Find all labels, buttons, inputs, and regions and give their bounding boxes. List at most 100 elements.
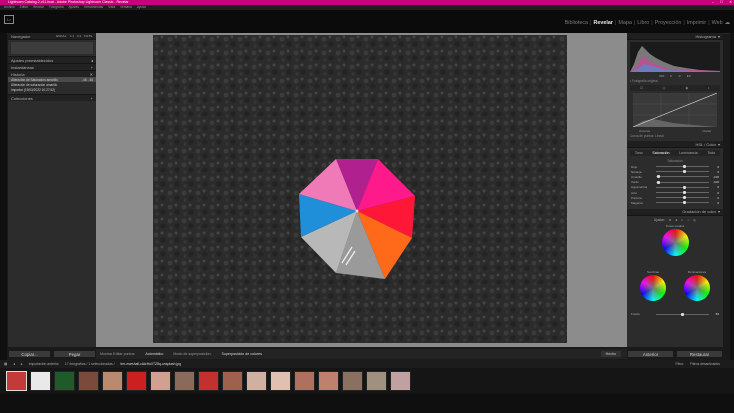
cg-shadows-icon[interactable]: ● bbox=[675, 218, 677, 222]
filmstrip-thumbnail[interactable] bbox=[6, 371, 27, 391]
tab-hue[interactable]: Tono bbox=[635, 151, 643, 155]
photo-umbrella[interactable] bbox=[153, 35, 567, 343]
source-label[interactable]: Importación anterior bbox=[29, 362, 59, 366]
filmstrip-thumbnail[interactable] bbox=[54, 371, 75, 391]
edit-pins-value[interactable]: Automático bbox=[145, 352, 163, 356]
module-tab[interactable]: Web bbox=[712, 20, 723, 26]
highlights-wheel[interactable] bbox=[684, 274, 710, 301]
done-button[interactable]: Hecho bbox=[600, 351, 621, 357]
hsl-slider-knob[interactable] bbox=[657, 180, 661, 184]
shadows-wheel[interactable] bbox=[640, 274, 666, 301]
history-item[interactable]: Importar (19/03/2022 10:27:52) bbox=[8, 87, 96, 92]
tab-all[interactable]: Todo bbox=[707, 151, 715, 155]
section-snapshots[interactable]: Instantáneas + bbox=[8, 63, 96, 70]
filmstrip-thumbnail[interactable] bbox=[294, 371, 315, 391]
hsl-slider-track[interactable] bbox=[656, 165, 709, 169]
cg-midtones-icon[interactable]: ◐ bbox=[681, 218, 683, 222]
hsl-slider-knob[interactable] bbox=[682, 196, 686, 200]
forward-icon[interactable]: ▸ bbox=[21, 362, 23, 366]
filmstrip-thumbnail[interactable] bbox=[366, 371, 387, 391]
filmstrip-thumbnail[interactable] bbox=[318, 371, 339, 391]
navigator-header[interactable]: Navegador ENCAJ. 1:1 2:1 FILTS. bbox=[8, 33, 96, 40]
filmstrip-thumbnail[interactable] bbox=[222, 371, 243, 391]
cg-highlights-icon[interactable]: ○ bbox=[687, 218, 689, 222]
overlay-mode-value[interactable]: Superposición de colores bbox=[222, 352, 262, 356]
filter-value[interactable]: Filtros desactivados bbox=[690, 362, 720, 366]
filmstrip-thumbnail[interactable] bbox=[270, 371, 291, 391]
filmstrip-thumbnail[interactable] bbox=[102, 371, 123, 391]
right-edge-collapse[interactable] bbox=[730, 33, 734, 360]
section-presets[interactable]: Ajustes preestablecidos ◂ bbox=[8, 56, 96, 63]
paste-button[interactable]: Pegar bbox=[53, 350, 96, 358]
hsl-slider-knob[interactable] bbox=[682, 201, 686, 205]
zoom-fill[interactable]: FILTS. bbox=[84, 34, 93, 38]
module-tab[interactable]: Libro bbox=[637, 20, 649, 26]
redeye-icon[interactable]: ◉ bbox=[685, 86, 688, 90]
section-history[interactable]: Historia ✕ bbox=[8, 70, 96, 77]
hsl-slider-track[interactable] bbox=[656, 196, 709, 200]
reset-button[interactable]: Restaurar bbox=[676, 350, 723, 358]
filmstrip-thumbnail[interactable] bbox=[342, 371, 363, 391]
zoom-2-1[interactable]: 2:1 bbox=[77, 34, 81, 38]
clear-icon[interactable]: ✕ bbox=[90, 72, 93, 77]
histogram-header[interactable]: Histograma ▾ bbox=[627, 33, 723, 40]
hsl-slider-track[interactable] bbox=[656, 175, 709, 179]
hsl-slider-track[interactable] bbox=[656, 201, 709, 205]
cg-global-icon[interactable]: ◎ bbox=[693, 218, 696, 222]
hsl-slider-knob[interactable] bbox=[682, 170, 686, 174]
filmstrip-thumbnail[interactable] bbox=[30, 371, 51, 391]
blend-knob[interactable] bbox=[681, 312, 685, 316]
blend-track[interactable] bbox=[656, 312, 709, 316]
mask-icon[interactable]: ◐ bbox=[708, 86, 710, 90]
heal-icon[interactable]: ◎ bbox=[662, 86, 665, 90]
hsl-slider-knob[interactable] bbox=[657, 175, 661, 179]
copy-button[interactable]: Copiar... bbox=[8, 350, 51, 358]
cloud-icon[interactable]: ☁ bbox=[725, 20, 730, 26]
original-photo-toggle[interactable]: ▪ Fotografía original bbox=[627, 78, 723, 84]
module-tab[interactable]: Proyección bbox=[655, 20, 682, 26]
filmstrip-thumbnail[interactable] bbox=[150, 371, 171, 391]
add-icon[interactable]: + bbox=[91, 96, 93, 101]
filmstrip-thumbnail[interactable] bbox=[246, 371, 267, 391]
back-icon[interactable]: ◂ bbox=[13, 362, 15, 366]
histogram[interactable] bbox=[630, 42, 720, 72]
tab-luminance[interactable]: Luminancia bbox=[679, 151, 697, 155]
navigator-preview[interactable] bbox=[11, 42, 93, 54]
hsl-slider-track[interactable] bbox=[656, 180, 709, 184]
color-grading-header[interactable]: Gradación de color ▾ bbox=[627, 208, 723, 216]
previous-button[interactable]: Anterior bbox=[627, 350, 674, 358]
hsl-slider-knob[interactable] bbox=[682, 165, 686, 169]
hsl-slider-knob[interactable] bbox=[682, 185, 686, 189]
filmstrip-thumbnail[interactable] bbox=[174, 371, 195, 391]
filmstrip-thumbnail[interactable] bbox=[390, 371, 411, 391]
hsl-header[interactable]: HSL / Color ▾ bbox=[627, 141, 723, 148]
grid-icon[interactable]: ▦ bbox=[4, 362, 7, 366]
bottom-edge[interactable] bbox=[0, 394, 734, 413]
hsl-slider-track[interactable] bbox=[656, 170, 709, 174]
zoom-1-1[interactable]: 1:1 bbox=[70, 34, 74, 38]
filmstrip-thumbnail[interactable] bbox=[78, 371, 99, 391]
zoom-fit[interactable]: ENCAJ. bbox=[56, 34, 67, 38]
tab-saturation[interactable]: Saturación bbox=[652, 151, 669, 155]
midtones-wheel[interactable] bbox=[662, 228, 689, 256]
checkbox-icon[interactable]: ▪ bbox=[630, 79, 631, 83]
hsl-slider-row[interactable]: Magenta 0 bbox=[627, 200, 723, 205]
crop-icon[interactable]: ⊡ bbox=[640, 86, 643, 90]
tone-curve[interactable] bbox=[632, 92, 718, 128]
filmstrip-thumbnail[interactable] bbox=[198, 371, 219, 391]
blend-slider[interactable]: Fusión 50 bbox=[627, 312, 723, 317]
curve-channel[interactable]: Curva de puntos: Lineal bbox=[627, 133, 723, 139]
hsl-slider-track[interactable] bbox=[656, 191, 709, 195]
add-icon[interactable]: + bbox=[91, 65, 93, 70]
section-collections[interactable]: Colecciones + bbox=[8, 94, 96, 101]
filmstrip-thumbnail[interactable] bbox=[126, 371, 147, 391]
cg-3way-icon[interactable]: ⊛ bbox=[669, 218, 672, 222]
module-tab[interactable]: Biblioteca bbox=[565, 20, 588, 26]
module-tab[interactable]: Mapa bbox=[618, 20, 632, 26]
hsl-slider-knob[interactable] bbox=[682, 191, 686, 195]
module-tab[interactable]: Imprimir bbox=[687, 20, 706, 26]
module-tab[interactable]: Revelar bbox=[593, 20, 612, 26]
history-item[interactable]: Alteración de Saturación amarillo -46 -4… bbox=[8, 77, 96, 82]
left-edge-collapse[interactable] bbox=[0, 33, 7, 360]
hsl-slider-track[interactable] bbox=[656, 185, 709, 189]
